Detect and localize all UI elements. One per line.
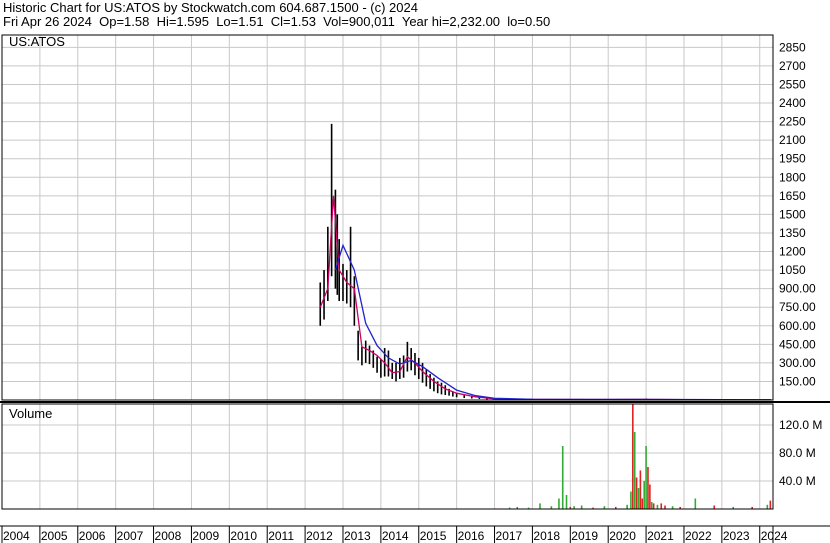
price-tick-label: 1350 xyxy=(779,226,806,240)
price-tick-label: 1200 xyxy=(779,245,806,259)
stock-chart: 2850 2700 2550 2400 2250 2100 1950 1800 1650 1500… xyxy=(0,34,830,543)
year-tick-label: 2024 xyxy=(761,529,788,543)
year-tick-label: 2015 xyxy=(420,529,447,543)
volume-grid xyxy=(2,424,773,482)
volume-tick-label: 80.0 M xyxy=(779,446,816,460)
volume-bars xyxy=(508,404,772,509)
price-bars xyxy=(319,123,772,400)
year-tick-label: 2014 xyxy=(382,529,409,543)
volume-tick-label: 120.0 M xyxy=(779,418,822,432)
price-grid xyxy=(2,46,773,382)
volume-panel-frame xyxy=(1,403,774,510)
year-tick-label: 2007 xyxy=(117,529,144,543)
ma-slow-line xyxy=(334,243,772,401)
year-tick-label: 2011 xyxy=(268,529,294,543)
price-tick-label: 1800 xyxy=(779,170,806,184)
price-tick-label: 450.00 xyxy=(779,337,816,351)
price-tick-label: 2250 xyxy=(779,115,806,129)
price-tick-label: 2850 xyxy=(779,40,806,54)
price-tick-label: 2100 xyxy=(779,133,806,147)
price-tick-label: 2550 xyxy=(779,77,806,91)
price-tick-label: 1950 xyxy=(779,152,806,166)
year-tick-label: 2018 xyxy=(533,529,560,543)
volume-panel-title: Volume xyxy=(9,406,52,421)
year-tick-label: 2012 xyxy=(306,529,333,543)
price-axis: 2850 2700 2550 2400 2250 2100 1950 1800 1650 1500… xyxy=(779,40,816,388)
year-tick-label: 2009 xyxy=(192,529,219,543)
year-tick-label: 2005 xyxy=(41,529,68,543)
year-tick-label: 2020 xyxy=(609,529,636,543)
year-tick-label: 2021 xyxy=(647,529,674,543)
year-tick-label: 2019 xyxy=(571,529,598,543)
year-tick-label: 2017 xyxy=(496,529,523,543)
year-tick-label: 2006 xyxy=(79,529,106,543)
price-tick-label: 600.00 xyxy=(779,319,816,333)
price-tick-label: 150.00 xyxy=(779,374,816,388)
year-tick-label: 2010 xyxy=(230,529,257,543)
price-panel-frame xyxy=(1,34,774,401)
year-gridlines xyxy=(39,35,761,509)
year-tick-label: 2004 xyxy=(3,529,30,543)
price-panel-title: US:ATOS xyxy=(9,34,65,49)
price-tick-label: 2400 xyxy=(779,96,806,110)
year-tick-label: 2023 xyxy=(723,529,750,543)
price-tick-label: 2700 xyxy=(779,59,806,73)
price-tick-label: 1650 xyxy=(779,189,806,203)
volume-tick-label: 40.0 M xyxy=(779,474,816,488)
price-tick-label: 300.00 xyxy=(779,356,816,370)
year-tick-label: 2022 xyxy=(685,529,712,543)
year-axis: 2004 2005 2006 2007 2008 2009 2010 2011 2012 2013… xyxy=(1,526,788,543)
price-tick-label: 900.00 xyxy=(779,282,816,296)
price-tick-label: 1500 xyxy=(779,207,806,221)
price-tick-label: 1050 xyxy=(779,263,806,277)
year-tick-label: 2016 xyxy=(458,529,485,543)
price-tick-label: 750.00 xyxy=(779,300,816,314)
year-tick-label: 2008 xyxy=(155,529,182,543)
volume-axis: 120.0 M 80.0 M 40.0 M xyxy=(779,418,822,488)
year-tick-label: 2013 xyxy=(344,529,371,543)
